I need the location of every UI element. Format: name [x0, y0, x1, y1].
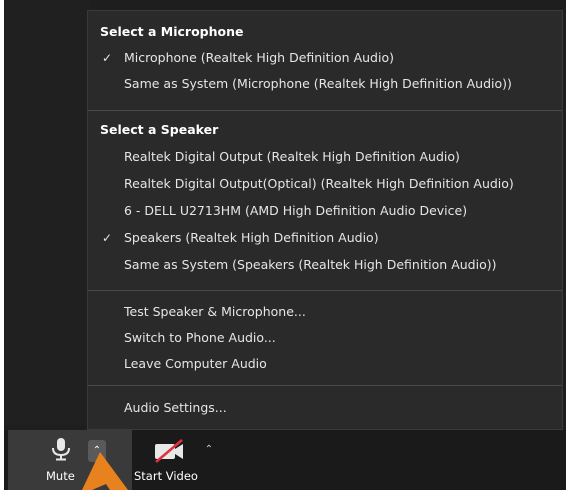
chevron-up-icon: ⌃: [204, 444, 214, 455]
speaker-option-digital-output[interactable]: Realtek Digital Output (Realtek High Def…: [88, 144, 566, 170]
menu-item-label: Switch to Phone Audio...: [124, 330, 276, 345]
video-camera-off-icon: [155, 439, 183, 463]
video-options-caret[interactable]: ⌃: [202, 442, 216, 458]
menu-item-label: Leave Computer Audio: [124, 356, 267, 371]
menu-item-label: Audio Settings...: [124, 400, 227, 415]
menu-item-label: Same as System (Microphone (Realtek High…: [124, 76, 512, 91]
speaker-option-digital-optical[interactable]: Realtek Digital Output(Optical) (Realtek…: [88, 171, 566, 197]
menu-divider: [88, 385, 562, 386]
menu-item-label: 6 - DELL U2713HM (AMD High Definition Au…: [124, 203, 468, 218]
microphone-option-realtek[interactable]: ✓ Microphone (Realtek High Definition Au…: [88, 45, 566, 71]
audio-settings-item[interactable]: Audio Settings...: [88, 395, 566, 421]
video-area-edge: [4, 0, 90, 425]
microphone-option-same-as-system[interactable]: Same as System (Microphone (Realtek High…: [88, 71, 566, 97]
checkmark-icon: ✓: [102, 51, 113, 65]
checkmark-icon: ✓: [102, 231, 113, 245]
menu-item-label: Speakers (Realtek High Definition Audio): [124, 230, 379, 245]
microphone-section-heading: Select a Microphone: [100, 24, 244, 39]
menu-item-label: Microphone (Realtek High Definition Audi…: [124, 50, 394, 65]
menu-divider: [88, 290, 562, 291]
zoom-window: Select a Microphone ✓ Microphone (Realte…: [0, 0, 566, 490]
audio-options-menu: Select a Microphone ✓ Microphone (Realte…: [87, 10, 563, 430]
speaker-option-dell-monitor[interactable]: 6 - DELL U2713HM (AMD High Definition Au…: [88, 198, 566, 224]
menu-divider: [88, 110, 562, 111]
pointer-arrow-icon: [82, 452, 128, 490]
menu-item-label: Realtek Digital Output (Realtek High Def…: [124, 149, 460, 164]
test-speaker-microphone-item[interactable]: Test Speaker & Microphone...: [88, 299, 566, 325]
menu-item-label: Same as System (Speakers (Realtek High D…: [124, 257, 497, 272]
speaker-option-speakers-realtek[interactable]: ✓ Speakers (Realtek High Definition Audi…: [88, 225, 566, 251]
speaker-section-heading: Select a Speaker: [100, 122, 219, 137]
menu-item-label: Test Speaker & Microphone...: [124, 304, 306, 319]
menu-item-label: Realtek Digital Output(Optical) (Realtek…: [124, 176, 514, 191]
switch-to-phone-audio-item[interactable]: Switch to Phone Audio...: [88, 325, 566, 351]
leave-computer-audio-item[interactable]: Leave Computer Audio: [88, 351, 566, 377]
speaker-option-same-as-system[interactable]: Same as System (Speakers (Realtek High D…: [88, 252, 566, 278]
